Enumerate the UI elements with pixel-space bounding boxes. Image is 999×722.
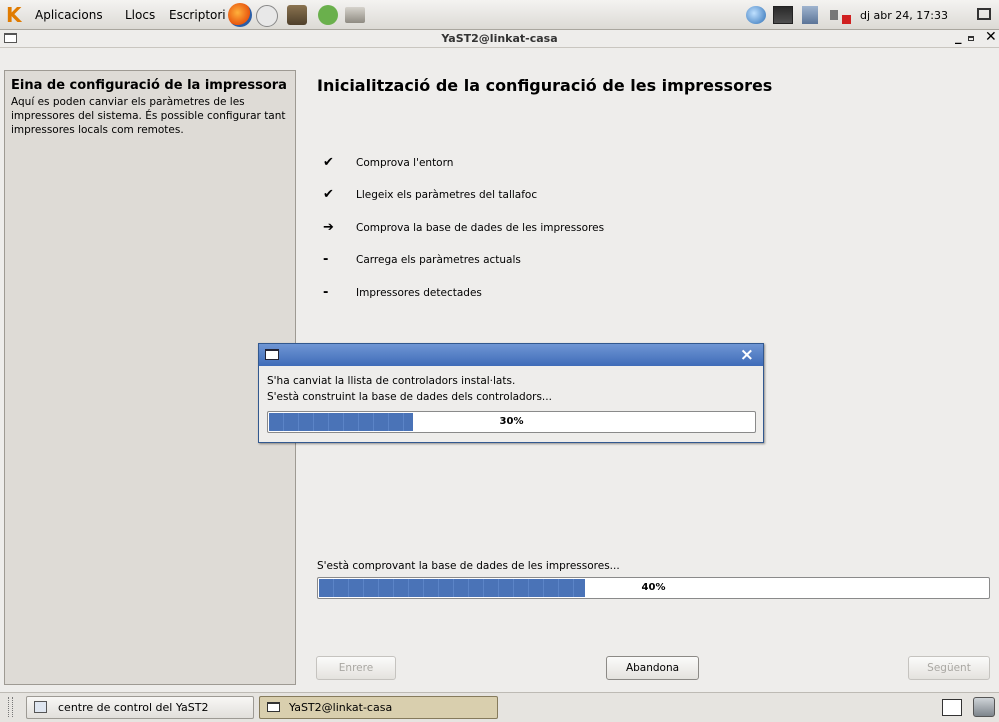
window-task-icon <box>267 702 280 712</box>
yast-control-center-icon <box>34 701 47 713</box>
checkmark-icon: ✔ <box>323 187 334 202</box>
help-text: Aquí es poden canviar els paràmetres de … <box>11 96 286 136</box>
step-label: Impressores detectades <box>356 287 482 299</box>
taskbar: centre de control del YaST2 YaST2@linkat… <box>0 692 999 722</box>
close-icon[interactable]: ✕ <box>985 29 997 45</box>
dialog-message-line2: S'està construint la base de dades dels … <box>267 391 552 403</box>
step-item: ➔ Comprova la base de dades de les impres… <box>323 220 604 236</box>
next-button[interactable]: Següent <box>908 656 990 680</box>
status-text: S'està comprovant la base de dades de le… <box>317 560 620 572</box>
dialog-message-line1: S'ha canviat la llista de controladors i… <box>267 375 516 387</box>
top-panel: K Aplicacions Llocs Escriptori dj abr 24… <box>0 0 999 30</box>
taskbar-handle[interactable] <box>8 697 13 717</box>
dialog-title-bar[interactable]: × <box>259 344 763 366</box>
task-label: YaST2@linkat-casa <box>289 701 393 714</box>
file-manager-icon[interactable] <box>345 7 365 23</box>
main-progress-label: 40% <box>641 582 666 593</box>
abort-button[interactable]: Abandona <box>606 656 699 680</box>
task-yast-control-center[interactable]: centre de control del YaST2 <box>26 696 254 719</box>
task-label: centre de control del YaST2 <box>58 701 209 714</box>
help-pane[interactable]: Eina de configuració de la impressora Aq… <box>4 70 296 685</box>
step-item: ✔ Comprova l'entorn <box>323 155 453 171</box>
volume-muted-icon[interactable] <box>830 6 854 24</box>
maximize-icon[interactable] <box>968 36 974 41</box>
mail-client-icon[interactable] <box>256 5 278 27</box>
checkmark-icon: ✔ <box>323 155 334 170</box>
minimize-icon[interactable]: _ <box>955 30 962 45</box>
step-item: - Carrega els paràmetres actuals <box>323 252 521 268</box>
help-title: Eina de configuració de la impressora <box>11 78 287 93</box>
clock[interactable]: dj abr 24, 17:33 <box>860 9 948 22</box>
dialog-window-icon <box>265 349 279 360</box>
progress-dialog[interactable]: × S'ha canviat la llista de controladors… <box>258 343 764 443</box>
back-button[interactable]: Enrere <box>316 656 396 680</box>
dialog-close-icon[interactable]: × <box>740 345 754 365</box>
network-computers-icon[interactable] <box>802 6 818 24</box>
task-yast-window[interactable]: YaST2@linkat-casa <box>259 696 498 719</box>
dash-icon: - <box>323 285 329 300</box>
step-item: ✔ Llegeix els paràmetres del tallafoc <box>323 187 537 203</box>
trash-icon[interactable] <box>973 697 995 717</box>
firefox-icon[interactable] <box>228 3 252 27</box>
arrow-right-icon: ➔ <box>323 220 334 235</box>
step-label: Llegeix els paràmetres del tallafoc <box>356 189 538 201</box>
show-desktop-icon[interactable] <box>977 8 991 20</box>
step-item: - Impressores detectades <box>323 285 482 301</box>
step-label: Comprova la base de dades de les impress… <box>356 222 605 234</box>
menu-escriptori[interactable]: Escriptori <box>169 8 226 22</box>
main-menu-logo-icon[interactable]: K <box>6 4 22 26</box>
dialog-progress-bar: 30% <box>267 411 756 433</box>
gimp-icon[interactable] <box>287 5 307 25</box>
workspace-switcher-icon[interactable] <box>942 699 962 716</box>
step-label: Comprova l'entorn <box>356 157 454 169</box>
window-title-bar[interactable]: YaST2@linkat-casa _ ✕ <box>0 29 999 48</box>
window-title: YaST2@linkat-casa <box>441 32 558 45</box>
dialog-progress-label: 30% <box>499 416 524 427</box>
step-label: Carrega els paràmetres actuals <box>356 254 521 266</box>
monitor-icon[interactable] <box>773 6 793 24</box>
menu-aplicacions[interactable]: Aplicacions <box>35 8 103 22</box>
menu-llocs[interactable]: Llocs <box>125 8 155 22</box>
page-title: Inicialització de la configuració de les… <box>317 76 773 95</box>
main-progress-bar: 40% <box>317 577 990 599</box>
network-globe-icon[interactable] <box>746 6 766 24</box>
update-icon[interactable] <box>318 5 338 25</box>
dash-icon: - <box>323 252 329 267</box>
